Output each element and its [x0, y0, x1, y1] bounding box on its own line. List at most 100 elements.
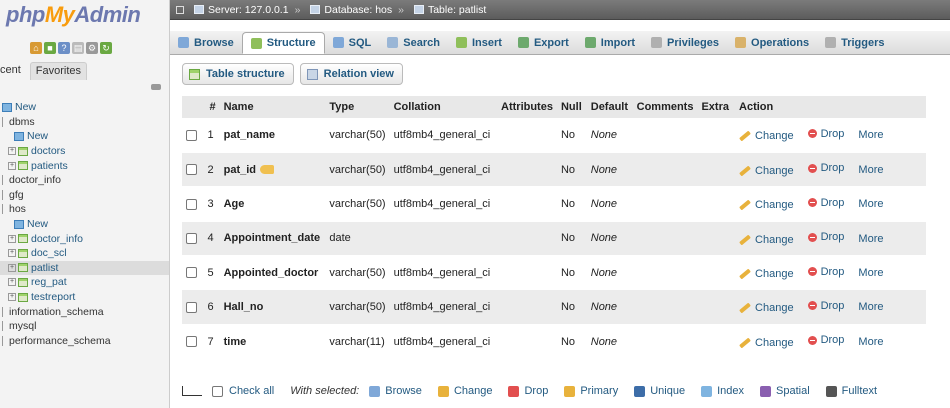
- row-checkbox[interactable]: [186, 198, 197, 210]
- tab-sql[interactable]: SQL: [325, 31, 380, 54]
- column-header-extra[interactable]: Extra: [697, 96, 736, 118]
- tree-item-dbms[interactable]: dbms: [0, 115, 169, 130]
- row-checkbox[interactable]: [186, 232, 197, 244]
- tree-item-new[interactable]: New: [0, 129, 169, 144]
- row-checkbox[interactable]: [186, 129, 197, 141]
- subtab-relation-view[interactable]: Relation view: [299, 63, 403, 85]
- phpmyadmin-logo[interactable]: phpMyAdmin: [6, 2, 141, 28]
- change-button[interactable]: Change: [739, 337, 794, 349]
- tree-item-doctor-info[interactable]: + doctor_info: [0, 231, 169, 246]
- tab-structure[interactable]: Structure: [241, 32, 325, 54]
- expand-icon[interactable]: +: [8, 161, 16, 170]
- tree-item-new[interactable]: New: [0, 217, 169, 232]
- check-all-label[interactable]: Check all: [229, 385, 274, 397]
- breadcrumb-table[interactable]: Table: patlist: [428, 4, 486, 16]
- tree-item-hos[interactable]: hos: [0, 202, 169, 217]
- tree-item-gfg[interactable]: gfg: [0, 188, 169, 203]
- tree-item-reg-pat[interactable]: + reg_pat: [0, 275, 169, 290]
- bulk-index-button[interactable]: Index: [701, 385, 744, 397]
- row-checkbox[interactable]: [186, 267, 197, 279]
- change-button[interactable]: Change: [739, 234, 794, 246]
- expand-icon[interactable]: +: [8, 249, 16, 258]
- tree-item-doctors[interactable]: + doctors: [0, 144, 169, 159]
- drop-button[interactable]: Drop: [807, 128, 844, 140]
- bulk-change-button[interactable]: Change: [437, 385, 492, 397]
- tab-recent[interactable]: cent: [0, 62, 26, 80]
- more-button[interactable]: More: [858, 336, 883, 348]
- subtab-table-structure[interactable]: Table structure: [182, 63, 294, 85]
- column-name-cell: pat_name: [219, 118, 326, 153]
- column-header-collation[interactable]: Collation: [389, 96, 498, 118]
- row-checkbox[interactable]: [186, 336, 197, 348]
- change-button[interactable]: Change: [739, 268, 794, 280]
- more-button[interactable]: More: [858, 233, 883, 245]
- tab-export[interactable]: Export: [510, 31, 577, 54]
- breadcrumb-database[interactable]: Database: hos: [324, 4, 392, 16]
- tree-item-mysql[interactable]: mysql: [0, 319, 169, 334]
- expand-icon[interactable]: +: [8, 263, 16, 272]
- more-button[interactable]: More: [858, 301, 883, 313]
- expand-icon[interactable]: +: [8, 278, 16, 287]
- tab-privileges[interactable]: Privileges: [643, 31, 727, 54]
- bulk-browse-button[interactable]: Browse: [369, 385, 422, 397]
- column-header-attributes[interactable]: Attributes: [497, 96, 557, 118]
- column-header-[interactable]: #: [203, 96, 220, 118]
- expand-icon[interactable]: +: [8, 234, 16, 243]
- bulk-unique-button[interactable]: Unique: [634, 385, 685, 397]
- tree-item-doctor-info[interactable]: doctor_info: [0, 173, 169, 188]
- more-button[interactable]: More: [858, 198, 883, 210]
- drop-button[interactable]: Drop: [807, 266, 844, 278]
- tab-triggers[interactable]: Triggers: [817, 31, 892, 54]
- breadcrumb-server[interactable]: Server: 127.0.0.1: [208, 4, 289, 16]
- more-button[interactable]: More: [858, 129, 883, 141]
- logout-icon[interactable]: ■: [44, 42, 56, 54]
- drop-button[interactable]: Drop: [807, 231, 844, 243]
- bulk-fulltext-button[interactable]: Fulltext: [825, 385, 877, 397]
- tree-item-new[interactable]: New: [0, 100, 169, 115]
- navigation-sidebar: phpMyAdmin ⌂ ■ ? ▤ ⚙ ↻ cent Favorites Ne…: [0, 0, 170, 408]
- change-button[interactable]: Change: [739, 130, 794, 142]
- bulk-primary-button[interactable]: Primary: [564, 385, 618, 397]
- tree-item-doc-scl[interactable]: + doc_scl: [0, 246, 169, 261]
- column-header-null[interactable]: Null: [556, 96, 587, 118]
- change-button[interactable]: Change: [739, 165, 794, 177]
- expand-icon[interactable]: +: [8, 147, 16, 156]
- tab-operations[interactable]: Operations: [727, 31, 817, 54]
- home-icon[interactable]: ⌂: [30, 42, 42, 54]
- row-checkbox[interactable]: [186, 164, 197, 176]
- tab-search[interactable]: Search: [379, 31, 448, 54]
- column-header-comments[interactable]: Comments: [632, 96, 698, 118]
- drop-button[interactable]: Drop: [807, 300, 844, 312]
- tree-item-patients[interactable]: + patients: [0, 158, 169, 173]
- help-icon[interactable]: ?: [58, 42, 70, 54]
- reload-icon[interactable]: ↻: [100, 42, 112, 54]
- change-button[interactable]: Change: [739, 302, 794, 314]
- tab-favorites[interactable]: Favorites: [29, 62, 88, 80]
- expand-icon[interactable]: +: [8, 293, 16, 302]
- tree-item-performance-schema[interactable]: performance_schema: [0, 334, 169, 349]
- check-all-checkbox[interactable]: [212, 385, 223, 397]
- change-button[interactable]: Change: [739, 199, 794, 211]
- tab-import[interactable]: Import: [577, 31, 643, 54]
- tree-item-testreport[interactable]: + testreport: [0, 290, 169, 305]
- drop-button[interactable]: Drop: [807, 334, 844, 346]
- collapse-arrow-icon[interactable]: [176, 5, 184, 14]
- tree-item-label: gfg: [9, 188, 24, 201]
- bulk-spatial-button[interactable]: Spatial: [760, 385, 810, 397]
- drop-button[interactable]: Drop: [807, 162, 844, 174]
- tab-insert[interactable]: Insert: [448, 31, 510, 54]
- link-with-main-panel-icon[interactable]: [151, 84, 161, 90]
- bulk-drop-button[interactable]: Drop: [508, 385, 548, 397]
- column-header-name[interactable]: Name: [219, 96, 326, 118]
- more-button[interactable]: More: [858, 267, 883, 279]
- settings-icon[interactable]: ⚙: [86, 42, 98, 54]
- row-checkbox[interactable]: [186, 301, 197, 313]
- tree-item-patlist[interactable]: + patlist: [0, 260, 169, 276]
- more-button[interactable]: More: [858, 164, 883, 176]
- docs-icon[interactable]: ▤: [72, 42, 84, 54]
- drop-button[interactable]: Drop: [807, 197, 844, 209]
- column-header-type[interactable]: Type: [325, 96, 390, 118]
- column-header-default[interactable]: Default: [586, 96, 633, 118]
- tree-item-information-schema[interactable]: information_schema: [0, 304, 169, 319]
- tab-browse[interactable]: Browse: [170, 31, 242, 54]
